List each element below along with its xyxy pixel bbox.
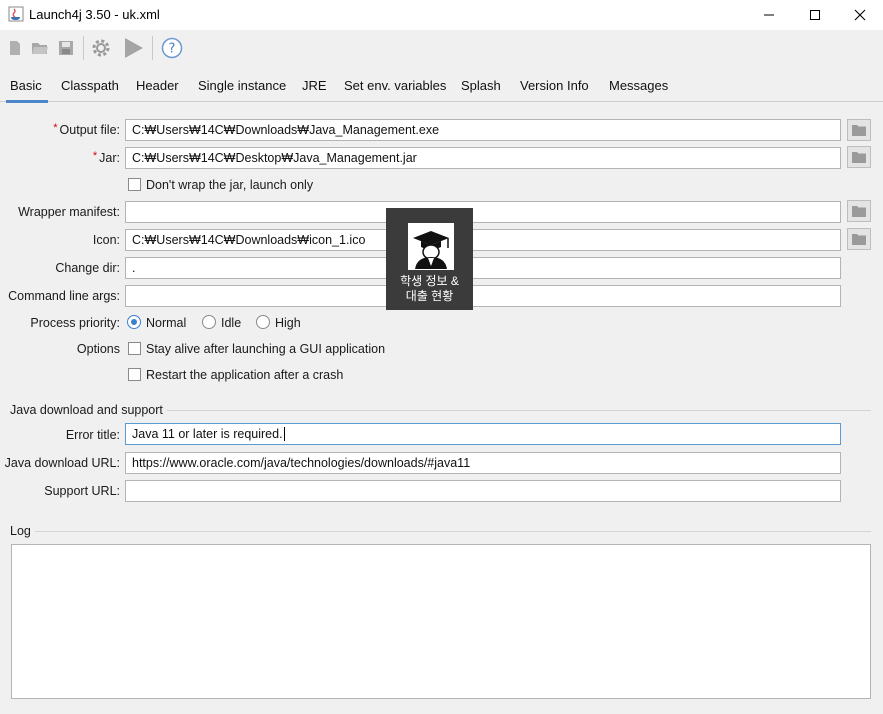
dont-wrap-label: Don't wrap the jar, launch only (146, 178, 314, 192)
title-bar: Launch4j 3.50 - uk.xml (0, 0, 883, 30)
output-file-label: * Output file: (53, 122, 120, 137)
close-icon (854, 9, 866, 21)
dragged-file-label-line1: 학생 정보 & (400, 274, 459, 288)
tab-classpath[interactable]: Classpath (61, 78, 119, 93)
wrapper-manifest-input[interactable] (125, 201, 841, 223)
error-title-label: Error title: (65, 428, 120, 442)
change-dir-input[interactable]: . (125, 257, 841, 279)
log-title: Log (10, 524, 35, 538)
help-button[interactable]: ? (161, 37, 183, 59)
jar-label: * Jar: (92, 150, 120, 165)
save-button[interactable] (55, 37, 77, 59)
close-button[interactable] (837, 0, 883, 30)
restart-checkbox[interactable] (128, 368, 141, 381)
run-button[interactable] (122, 37, 144, 59)
tab-messages[interactable]: Messages (609, 78, 668, 93)
wrapper-manifest-label: Wrapper manifest: (18, 205, 120, 219)
dragged-file-icon: 학생 정보 & 대출 현황 (386, 208, 473, 310)
support-url-label: Support URL: (44, 484, 120, 498)
stay-alive-label: Stay alive after launching a GUI applica… (146, 342, 386, 356)
icon-label: Icon: (92, 233, 120, 247)
open-button[interactable] (29, 37, 51, 59)
dragged-file-label: 학생 정보 & 대출 현황 (386, 274, 473, 304)
java-app-icon (8, 6, 24, 22)
jar-browse-button[interactable] (847, 146, 871, 168)
minimize-icon (764, 14, 774, 16)
dragged-file-label-line2: 대출 현황 (405, 289, 454, 303)
dont-wrap-checkbox[interactable] (128, 178, 141, 191)
window-title: Launch4j 3.50 - uk.xml (29, 7, 160, 22)
priority-idle-radio[interactable] (202, 315, 216, 329)
run-icon (125, 38, 143, 58)
toolbar: ? (0, 30, 883, 66)
open-folder-icon (32, 43, 48, 54)
error-title-value: Java 11 or later is required. (132, 427, 283, 441)
folder-icon (852, 125, 866, 136)
output-file-browse-button[interactable] (847, 119, 871, 141)
folder-icon (852, 152, 866, 163)
save-icon (59, 41, 73, 55)
priority-high-label: High (275, 316, 301, 330)
text-cursor (283, 427, 285, 441)
tab-set-env-variables[interactable]: Set env. variables (344, 78, 446, 93)
tab-basic[interactable]: Basic (6, 78, 48, 103)
output-file-input[interactable]: C:₩Users₩14C₩Downloads₩Java_Management.e… (125, 119, 841, 141)
change-dir-label: Change dir: (55, 261, 120, 275)
tab-bar: Basic Classpath Header Single instance J… (0, 70, 883, 103)
support-url-input[interactable] (125, 480, 841, 502)
options-label: Options (76, 342, 120, 356)
help-icon: ? (161, 37, 183, 59)
toolbar-separator (152, 36, 153, 60)
priority-idle-label: Idle (221, 316, 242, 330)
new-button[interactable] (4, 37, 26, 59)
java-download-url-label: Java download URL: (4, 456, 120, 470)
command-line-args-label: Command line args: (8, 289, 120, 303)
folder-icon (852, 234, 866, 245)
tab-version-info[interactable]: Version Info (520, 78, 589, 93)
process-priority-label: Process priority: (30, 316, 120, 330)
icon-browse-button[interactable] (847, 228, 871, 250)
folder-icon (852, 206, 866, 217)
required-marker: * (92, 150, 98, 162)
java-download-group-title: Java download and support (10, 403, 167, 417)
toolbar-separator (83, 36, 84, 60)
tab-jre[interactable]: JRE (302, 78, 327, 93)
graduate-icon (408, 223, 454, 270)
maximize-icon (810, 10, 820, 20)
new-file-icon (10, 41, 20, 55)
maximize-button[interactable] (792, 0, 838, 30)
icon-input[interactable]: C:₩Users₩14C₩Downloads₩icon_1.ico (125, 229, 841, 251)
tab-header[interactable]: Header (136, 78, 179, 93)
error-title-input[interactable]: Java 11 or later is required. (125, 423, 841, 445)
gear-icon (92, 39, 110, 57)
priority-high-radio[interactable] (256, 315, 270, 329)
tab-single-instance[interactable]: Single instance (198, 78, 286, 93)
priority-normal-radio[interactable] (127, 315, 141, 329)
command-line-args-input[interactable] (125, 285, 841, 307)
stay-alive-checkbox[interactable] (128, 342, 141, 355)
log-divider (10, 531, 871, 532)
wrapper-manifest-browse-button[interactable] (847, 200, 871, 222)
minimize-button[interactable] (746, 0, 792, 30)
required-marker: * (53, 122, 58, 134)
jar-input[interactable]: C:₩Users₩14C₩Desktop₩Java_Management.jar (125, 147, 841, 169)
java-download-url-input[interactable]: https://www.oracle.com/java/technologies… (125, 452, 841, 474)
tab-splash[interactable]: Splash (461, 78, 501, 93)
svg-text:?: ? (169, 42, 176, 57)
restart-label: Restart the application after a crash (146, 368, 344, 382)
build-button[interactable] (90, 37, 112, 59)
log-textarea[interactable] (11, 544, 871, 699)
priority-normal-label: Normal (146, 316, 187, 330)
